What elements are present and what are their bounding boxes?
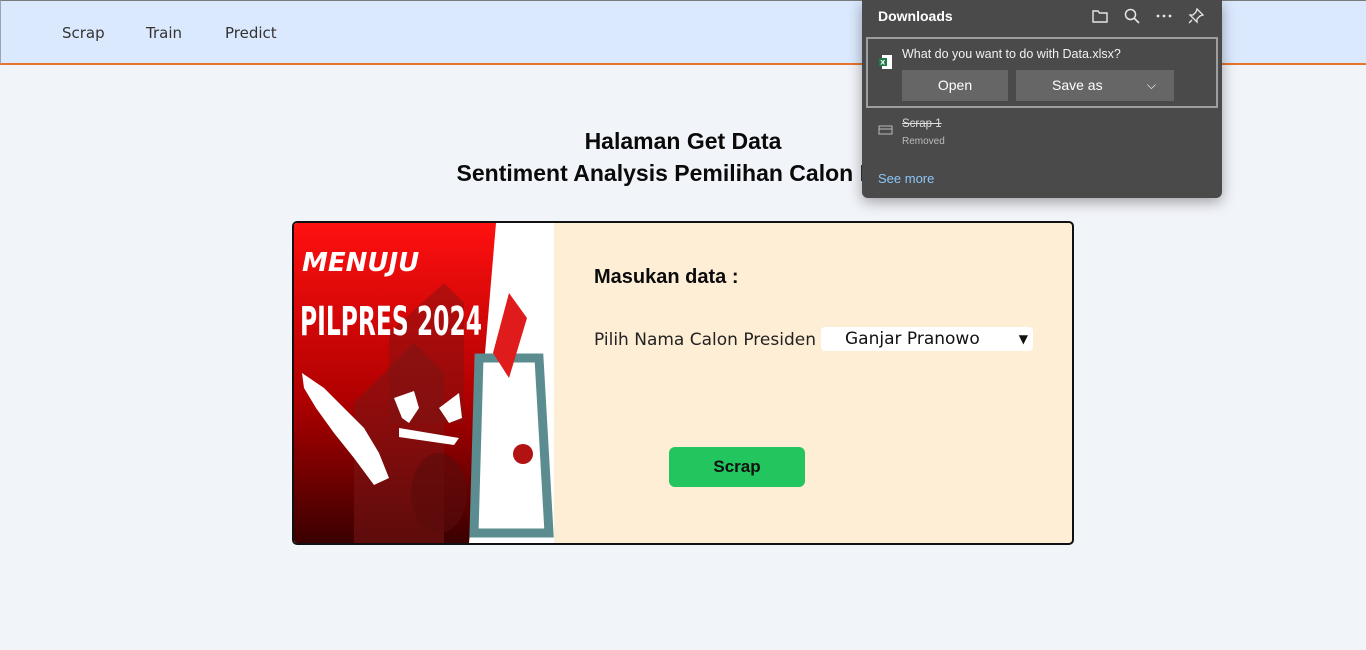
open-folder-icon[interactable] — [1091, 7, 1109, 25]
nav-link-predict[interactable]: Predict — [225, 24, 277, 42]
poster-text-main: PILPRES 2024 — [300, 299, 482, 345]
poster-text-top: MENUJU — [302, 248, 419, 278]
candidate-label: Pilih Nama Calon Presiden — [594, 330, 816, 350]
pin-icon[interactable] — [1187, 7, 1205, 25]
get-data-card: MENUJU PILPRES 2024 Masukan data : Pilih… — [292, 221, 1074, 545]
nav-link-scrap[interactable]: Scrap — [62, 24, 105, 42]
save-as-label: Save as — [1052, 77, 1103, 93]
download-prompt: X What do you want to do with Data.xlsx?… — [866, 37, 1218, 108]
candidate-select-value: Ganjar Pranowo — [845, 329, 980, 349]
download-question: What do you want to do with Data.xlsx? — [902, 47, 1121, 61]
more-options-icon[interactable] — [1155, 7, 1173, 25]
save-as-button[interactable]: Save as ⌵ — [1016, 70, 1174, 101]
nav-link-train[interactable]: Train — [146, 24, 182, 42]
removed-file-icon — [878, 125, 893, 135]
excel-file-icon: X — [879, 55, 892, 69]
open-button[interactable]: Open — [902, 70, 1008, 101]
chevron-down-icon: ▼ — [1018, 332, 1028, 346]
downloads-title: Downloads — [878, 8, 953, 24]
form-title: Masukan data : — [594, 266, 739, 288]
candidate-select[interactable]: Ganjar Pranowo ▼ — [821, 327, 1033, 351]
svg-text:X: X — [880, 59, 885, 67]
see-more-link[interactable]: See more — [878, 171, 934, 186]
download-item-name[interactable]: Scrap 1 — [902, 118, 942, 130]
downloads-panel: Downloads X What do you want to do with … — [862, 0, 1222, 198]
download-item-status: Removed — [902, 136, 945, 147]
pilpres-poster-image: MENUJU PILPRES 2024 — [294, 223, 554, 543]
search-icon[interactable] — [1123, 7, 1141, 25]
scrap-button[interactable]: Scrap — [669, 447, 805, 487]
chevron-down-icon[interactable]: ⌵ — [1147, 70, 1156, 101]
